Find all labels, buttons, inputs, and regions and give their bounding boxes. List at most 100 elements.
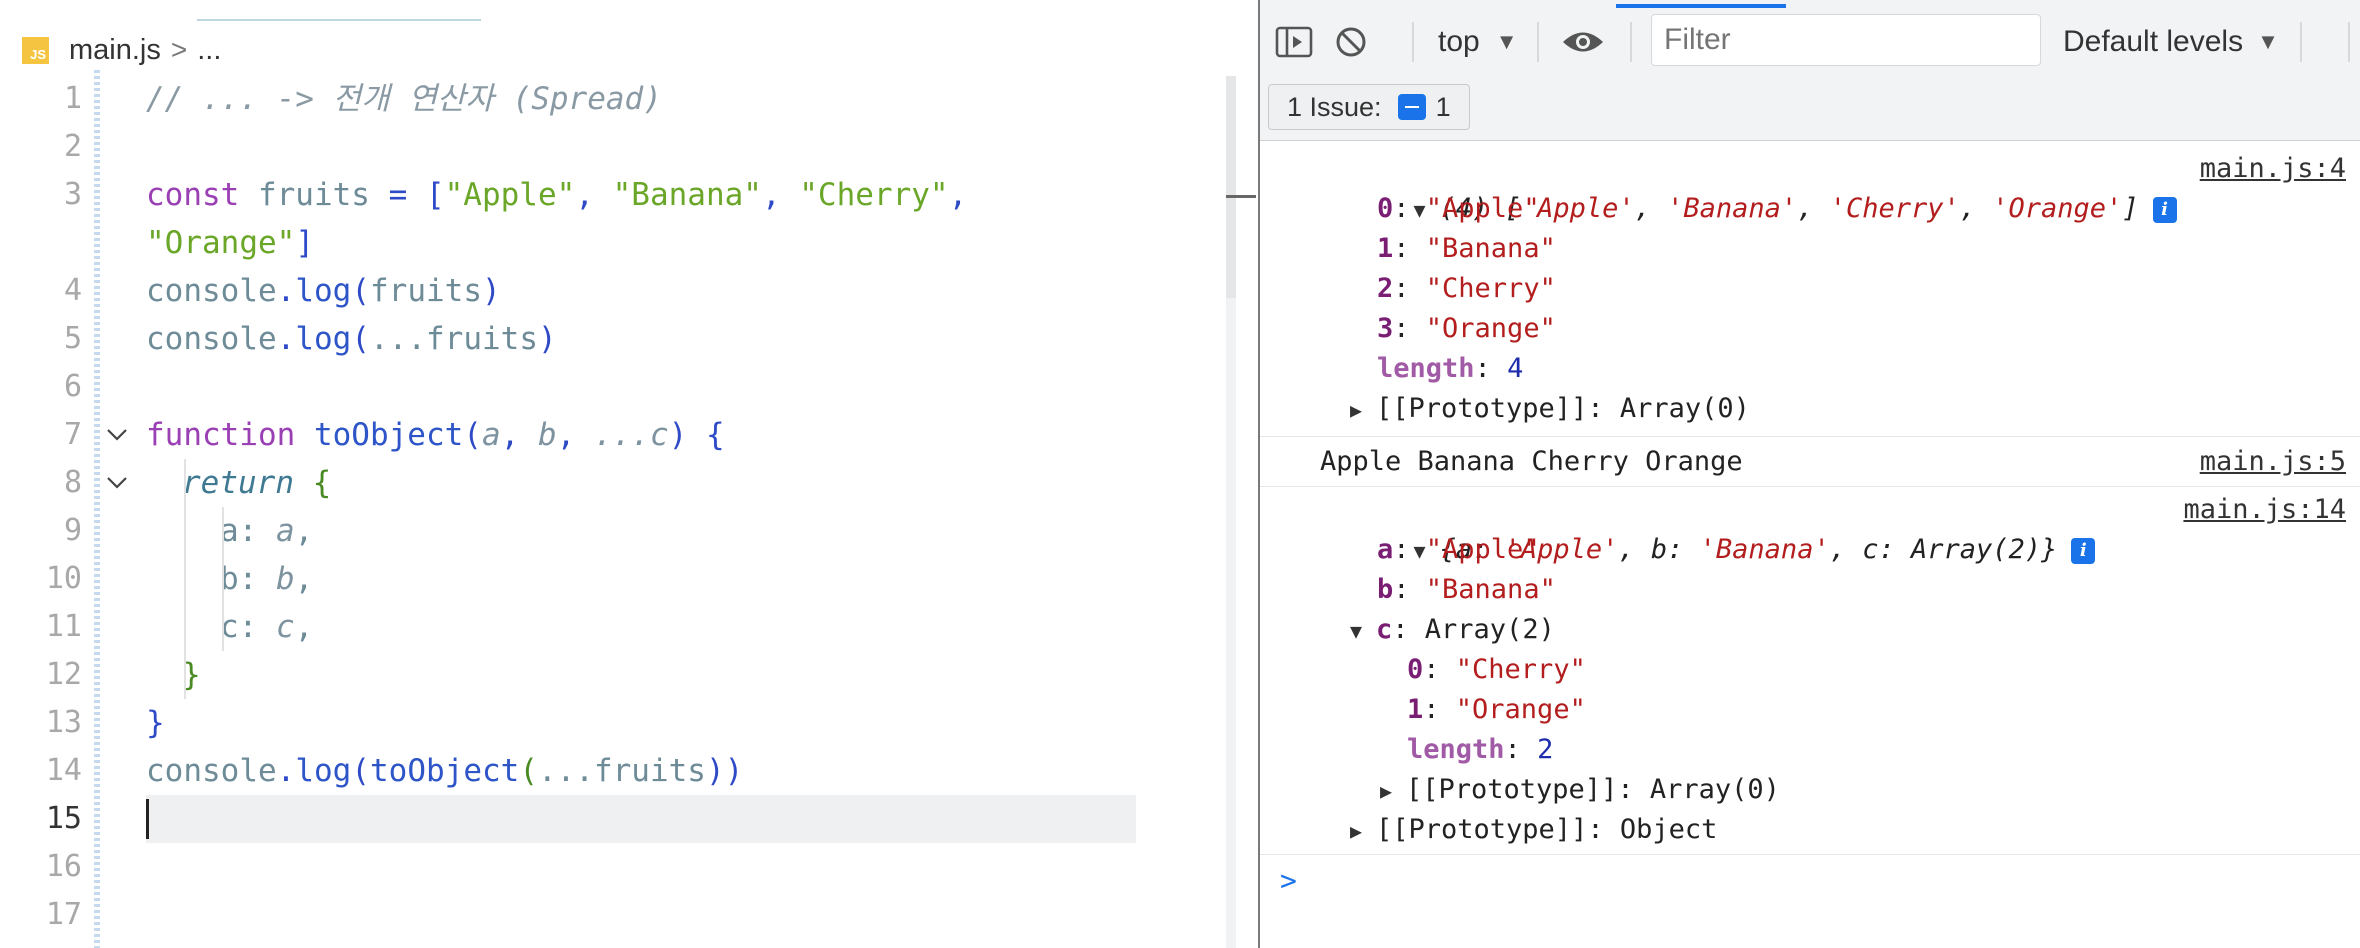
- console-log-text: Apple Banana Cherry Orange: [1320, 442, 1743, 482]
- property-row[interactable]: a: "Apple": [1377, 530, 1540, 570]
- property-row[interactable]: b: "Banana": [1377, 570, 1556, 610]
- live-expression-eye-icon[interactable]: [1560, 22, 1606, 62]
- punctuation-token: ,: [294, 609, 314, 645]
- code-line[interactable]: 4 console.log(fruits): [0, 267, 1230, 315]
- javascript-file-icon: JS: [22, 36, 49, 64]
- code-editor[interactable]: JS main.js > ... 1 // ... -> 전개 연산자 (Spr…: [0, 0, 1258, 948]
- code-line[interactable]: 3 const fruits = ["Apple", "Banana", "Ch…: [0, 171, 1230, 219]
- brace-token: }: [146, 705, 165, 741]
- line-number: 4: [63, 273, 82, 308]
- expand-triangle-down-icon[interactable]: ▼: [1350, 611, 1376, 651]
- expand-triangle-right-icon[interactable]: ▶: [1380, 771, 1406, 811]
- punctuation-token: (: [519, 753, 538, 789]
- source-link[interactable]: main.js:14: [2183, 490, 2346, 530]
- code-text: console.log(...fruits): [146, 315, 557, 363]
- toolbar-separator: [2348, 22, 2350, 62]
- punctuation-token: (: [463, 417, 482, 453]
- line-number: 3: [63, 177, 82, 212]
- property-key: 1: [1407, 694, 1424, 725]
- code-line-wrap[interactable]: "Orange"]: [0, 219, 1230, 267]
- punctuation-token: ) {: [668, 417, 725, 453]
- punctuation-token: .: [276, 321, 296, 357]
- array-preview-item: 'Orange': [1992, 193, 2123, 224]
- console-object-summary[interactable]: ▼ (4) ['Apple', 'Banana', 'Cherry', 'Oran…: [1316, 149, 2177, 224]
- punctuation-token: ,: [294, 513, 314, 549]
- property-token: b:: [220, 561, 276, 597]
- breadcrumb-file[interactable]: main.js: [69, 34, 161, 67]
- code-line[interactable]: 2: [0, 123, 1230, 171]
- punctuation-token: (: [351, 321, 370, 357]
- code-line[interactable]: 7 function toObject(a, b, ...c) {: [0, 411, 1230, 459]
- log-levels-dropdown[interactable]: Default levels ▼: [2063, 22, 2279, 62]
- property-row[interactable]: length: 4: [1377, 349, 1523, 389]
- code-line-current[interactable]: 15: [0, 795, 1230, 843]
- prototype-row[interactable]: ▶ [[Prototype]]: Object: [1350, 810, 1717, 850]
- info-icon[interactable]: i: [2071, 537, 2096, 564]
- keyword-token: const: [146, 177, 258, 213]
- expand-triangle-right-icon[interactable]: ▶: [1350, 811, 1376, 851]
- property-key: 1: [1377, 233, 1394, 264]
- line-number: 13: [45, 705, 82, 740]
- property-value: "Orange": [1455, 694, 1586, 725]
- line-number: 17: [45, 897, 82, 932]
- code-text: c: c,: [220, 603, 313, 651]
- clear-console-icon[interactable]: [1331, 22, 1371, 62]
- function-token: log: [295, 273, 352, 309]
- prototype-row[interactable]: ▶ [[Prototype]]: Array(0): [1380, 770, 1780, 810]
- punctuation-token: )): [705, 753, 744, 789]
- code-line[interactable]: 13 }: [0, 699, 1230, 747]
- console-prompt-chevron-icon[interactable]: >: [1280, 864, 1297, 897]
- indent-guide: [222, 507, 224, 651]
- devtools-console-panel: top ▼ Default levels ▼ 1 Issue: 1 ▼(4) […: [1260, 0, 2360, 948]
- property-row[interactable]: length: 2: [1407, 730, 1553, 770]
- array-suffix: ]: [2122, 193, 2139, 224]
- code-line[interactable]: 16: [0, 843, 1230, 891]
- property-row[interactable]: 2: "Cherry": [1377, 269, 1556, 309]
- source-link[interactable]: main.js:4: [2200, 149, 2346, 189]
- code-text: b: b,: [220, 555, 313, 603]
- property-row[interactable]: ▼ c: Array(2): [1350, 610, 1555, 650]
- issues-button[interactable]: 1 Issue: 1: [1268, 84, 1470, 130]
- code-line[interactable]: 1 // ... -> 전개 연산자 (Spread): [0, 75, 1230, 123]
- breadcrumb-more[interactable]: ...: [197, 34, 221, 67]
- punctuation-token: = [: [388, 177, 445, 213]
- string-token: "Banana": [612, 177, 762, 213]
- expand-triangle-right-icon[interactable]: ▶: [1350, 390, 1376, 430]
- code-line[interactable]: 17: [0, 891, 1230, 939]
- punctuation-token: ,: [294, 561, 314, 597]
- source-link[interactable]: main.js:5: [2200, 442, 2346, 482]
- filter-input[interactable]: [1651, 14, 2041, 66]
- property-key: 0: [1407, 654, 1424, 685]
- console-toolbar: top ▼ Default levels ▼: [1260, 0, 2360, 84]
- sidebar-toggle-icon[interactable]: [1274, 22, 1314, 62]
- code-line[interactable]: 14 console.log(toObject(...fruits)): [0, 747, 1230, 795]
- parameter-token: c: [649, 417, 669, 453]
- prototype-row[interactable]: ▶ [[Prototype]]: Array(0): [1350, 389, 1750, 429]
- code-line[interactable]: 5 console.log(...fruits): [0, 315, 1230, 363]
- breadcrumb-chevron-icon: >: [170, 34, 188, 65]
- text-cursor: [146, 799, 149, 839]
- property-row[interactable]: 1: "Banana": [1377, 229, 1556, 269]
- property-row[interactable]: 0: "Cherry": [1407, 650, 1586, 690]
- current-line-highlight: [146, 795, 1136, 843]
- property-value: "Apple": [1425, 193, 1540, 224]
- spread-token: ...: [370, 321, 426, 357]
- punctuation-token: ]: [295, 225, 314, 261]
- issues-label: 1 Issue:: [1287, 91, 1382, 122]
- object-preview-value: 'Banana': [1699, 534, 1830, 565]
- code-line[interactable]: 6: [0, 363, 1230, 411]
- identifier-token: fruits: [426, 321, 538, 357]
- keyword-token: function: [146, 417, 314, 453]
- property-row[interactable]: 1: "Orange": [1407, 690, 1586, 730]
- context-selector[interactable]: top ▼: [1438, 22, 1518, 62]
- console-object-summary[interactable]: ▼ {a: 'Apple', b: 'Banana', c: Array(2)} i: [1316, 490, 2096, 565]
- code-text: console.log(fruits): [146, 267, 501, 315]
- editor-scrollbar-thumb[interactable]: [1226, 76, 1236, 298]
- property-token: a:: [220, 513, 276, 549]
- property-key: length: [1377, 353, 1475, 384]
- property-row[interactable]: 0: "Apple": [1377, 189, 1540, 229]
- line-number: 14: [45, 753, 82, 788]
- info-icon[interactable]: i: [2152, 196, 2177, 223]
- property-row[interactable]: 3: "Orange": [1377, 309, 1556, 349]
- toolbar-separator: [2300, 22, 2302, 62]
